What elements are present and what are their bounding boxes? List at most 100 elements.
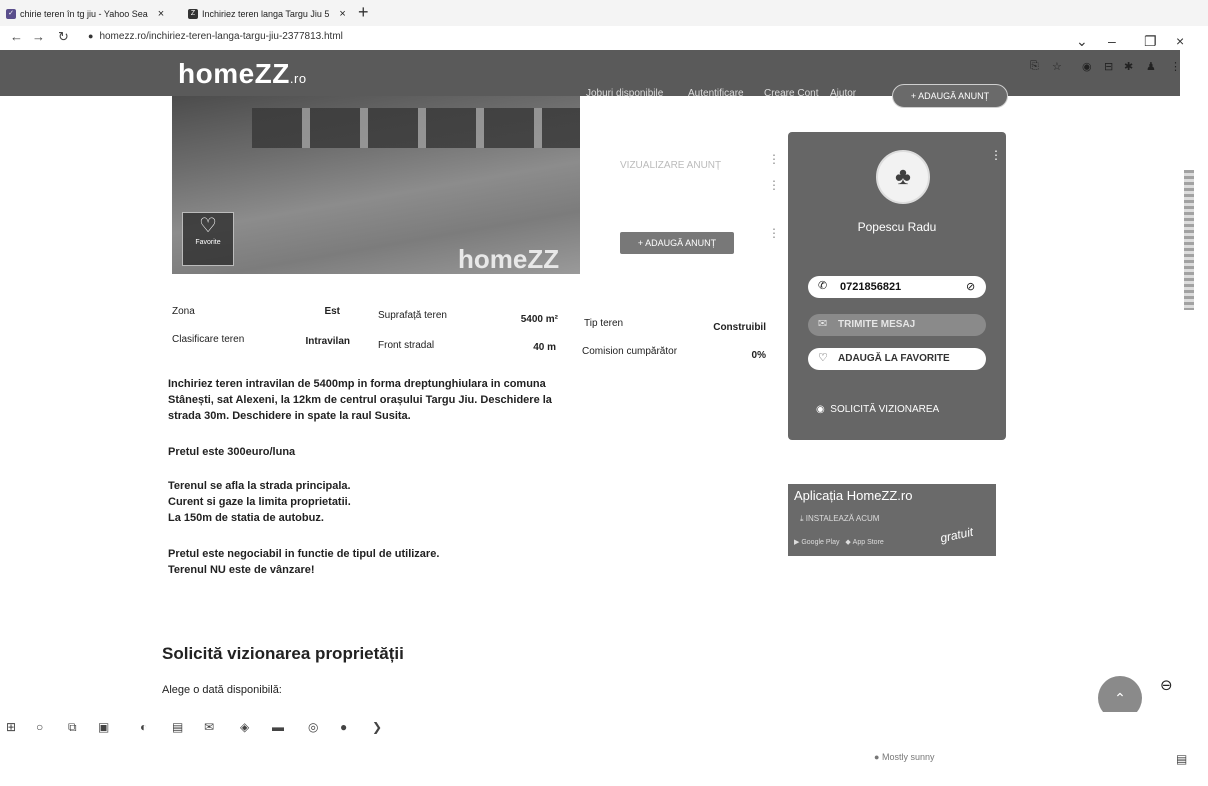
- description-line: La 150m de statia de autobuz.: [168, 512, 324, 524]
- description-line: Pretul este negociabil in functie de tip…: [168, 548, 440, 560]
- app-icon[interactable]: ▤: [172, 720, 183, 734]
- google-play-label[interactable]: Google Play: [801, 539, 839, 546]
- chevron-down-icon[interactable]: ⌄: [1076, 33, 1088, 50]
- collapse-icon[interactable]: ⊖: [1160, 676, 1173, 694]
- description-line: strada 30m. Deschidere in spate la raul …: [168, 410, 411, 422]
- yahoo-favicon-icon: ✓: [6, 9, 16, 19]
- app-icon[interactable]: ◐: [140, 720, 147, 734]
- detail-value: 5400 m²: [520, 314, 558, 325]
- google-play-icon[interactable]: ▶: [794, 539, 799, 546]
- check-circle-icon: ⊘: [966, 281, 976, 293]
- faded-text: VIZUALIZARE ANUNȚ: [620, 160, 722, 171]
- phone-number: 0721856821: [840, 281, 902, 293]
- install-label: INSTALEAZĂ ACUM: [805, 514, 880, 523]
- send-message-label: TRIMITE MESAJ: [838, 319, 916, 330]
- description-line: Terenul se afla la strada principala.: [168, 480, 351, 492]
- mail-icon[interactable]: ✉: [204, 720, 214, 734]
- tab-homezz[interactable]: Z Inchiriez teren langa Targu Jiu 5 ×: [188, 4, 346, 24]
- phone-button[interactable]: ✆ 0721856821 ⊘: [808, 276, 986, 298]
- add-to-favorites-button[interactable]: ♡ ADAUGĂ LA FAVORITE: [808, 348, 986, 370]
- search-icon[interactable]: ○: [36, 720, 43, 734]
- weather-widget[interactable]: ● Mostly sunny: [874, 752, 934, 762]
- request-viewing-button[interactable]: ◉ SOLICITĂ VIZIONAREA: [816, 404, 939, 415]
- app-icon[interactable]: ◎: [308, 720, 318, 734]
- homezz-favicon-icon: Z: [188, 9, 198, 19]
- more-dots-icon[interactable]: ⋮: [990, 148, 1002, 162]
- detail-value: Construibil: [713, 322, 766, 333]
- browser-icon[interactable]: ●: [340, 720, 347, 734]
- tab-yahoo-search[interactable]: ✓ chirie teren în tg jiu - Yahoo Sea ×: [6, 4, 164, 24]
- logo-text: homeZZ: [178, 58, 290, 89]
- scrollbar-edge: [1184, 170, 1194, 310]
- share-icon[interactable]: ⎘: [1030, 60, 1039, 73]
- forward-icon[interactable]: →: [32, 29, 45, 44]
- close-window-icon[interactable]: ×: [1176, 33, 1184, 49]
- puzzle-icon[interactable]: ✱: [1124, 60, 1133, 73]
- listing-photo[interactable]: ♡ Favorite homeZZ: [172, 96, 580, 274]
- viewing-date-label: Alege o dată disponibilă:: [162, 684, 282, 696]
- nav-login[interactable]: Autentificare: [688, 88, 744, 99]
- message-icon: ✉: [818, 318, 828, 330]
- apple-icon[interactable]: ◆: [845, 539, 850, 546]
- detail-key: Front stradal: [378, 340, 435, 351]
- nav-help[interactable]: Ajutor: [830, 88, 856, 99]
- heart-icon: ♡: [199, 215, 217, 237]
- app-icon[interactable]: ▬: [272, 720, 284, 734]
- explorer-icon[interactable]: ▣: [98, 720, 109, 734]
- minimize-icon[interactable]: –: [1108, 33, 1116, 49]
- viewing-section-title: Solicită vizionarea proprietății: [162, 644, 404, 663]
- app-icon[interactable]: ◈: [240, 720, 249, 734]
- notifications-icon[interactable]: ▤: [1176, 752, 1187, 766]
- url-field[interactable]: ● homezz.ro/inchiriez-teren-langa-targu-j…: [88, 31, 343, 42]
- system-clock[interactable]: [1120, 748, 1122, 757]
- nav-register[interactable]: Creare Cont: [764, 88, 818, 99]
- detail-key: Comision cumpărător: [582, 346, 678, 357]
- detail-key: Clasificare teren: [172, 334, 245, 345]
- logo-suffix: .ro: [289, 71, 307, 86]
- extension-icon[interactable]: ◉: [1082, 60, 1092, 73]
- add-to-favorites-label: ADAUGĂ LA FAVORITE: [838, 353, 950, 364]
- description-line: Curent si gaze la limita proprietatii.: [168, 496, 351, 508]
- close-tab-icon[interactable]: ×: [158, 8, 164, 20]
- profile-icon[interactable]: ♟: [1146, 60, 1156, 73]
- app-icon[interactable]: ❯: [372, 720, 382, 734]
- avatar: ♣: [876, 150, 930, 204]
- site-logo[interactable]: homeZZ.ro: [178, 58, 307, 90]
- nav-jobs[interactable]: Joburi disponibile: [586, 88, 663, 99]
- task-view-icon[interactable]: ⧉: [68, 720, 77, 735]
- close-tab-icon[interactable]: ×: [339, 8, 345, 20]
- maximize-icon[interactable]: ❐: [1144, 33, 1157, 50]
- detail-value: Est: [324, 306, 340, 317]
- description-line: Terenul NU este de vânzare!: [168, 564, 315, 576]
- browser-tab-bar: ✓ chirie teren în tg jiu - Yahoo Sea × Z…: [0, 0, 1208, 26]
- description-line: Inchiriez teren intravilan de 5400mp in …: [168, 378, 546, 390]
- favorite-label: Favorite: [195, 239, 221, 246]
- new-tab-button[interactable]: +: [358, 2, 369, 23]
- windows-start-icon[interactable]: ⊞: [6, 720, 16, 734]
- photo-watermark: homeZZ: [458, 244, 560, 274]
- address-bar: ← → ↻ ● homezz.ro/inchiriez-teren-langa-t…: [0, 26, 1208, 50]
- back-icon[interactable]: ←: [10, 29, 23, 44]
- detail-value: Intravilan: [305, 336, 350, 347]
- download-icon: ⤓: [800, 514, 804, 523]
- sun-icon: ●: [874, 752, 880, 762]
- detail-value: 40 m: [533, 342, 556, 353]
- add-listing-button[interactable]: + ADAUGĂ ANUNȚ: [892, 84, 1008, 108]
- description-line: Pretul este 300euro/luna: [168, 446, 296, 458]
- request-viewing-label: SOLICITĂ VIZIONAREA: [830, 404, 940, 415]
- star-icon[interactable]: ☆: [1052, 60, 1062, 73]
- add-listing-button-secondary[interactable]: + ADAUGĂ ANUNȚ: [620, 232, 734, 254]
- menu-dots-icon[interactable]: ⋮: [1170, 60, 1181, 73]
- send-message-button[interactable]: ✉ TRIMITE MESAJ: [808, 314, 986, 336]
- more-dots-icon[interactable]: ⋮: [768, 226, 780, 240]
- tab-title: Inchiriez teren langa Targu Jiu 5: [202, 9, 330, 19]
- favorite-toggle[interactable]: ♡ Favorite: [182, 212, 234, 266]
- more-dots-icon[interactable]: ⋮: [768, 152, 780, 166]
- install-app-link[interactable]: ⤓ INSTALEAZĂ ACUM: [800, 514, 879, 524]
- reload-icon[interactable]: ↻: [58, 29, 69, 45]
- tab-title: chirie teren în tg jiu - Yahoo Sea: [20, 9, 148, 19]
- extension-icon[interactable]: ⊟: [1104, 60, 1113, 73]
- app-store-label[interactable]: App Store: [853, 539, 884, 546]
- more-dots-icon[interactable]: ⋮: [768, 178, 780, 192]
- detail-key: Zona: [172, 306, 195, 317]
